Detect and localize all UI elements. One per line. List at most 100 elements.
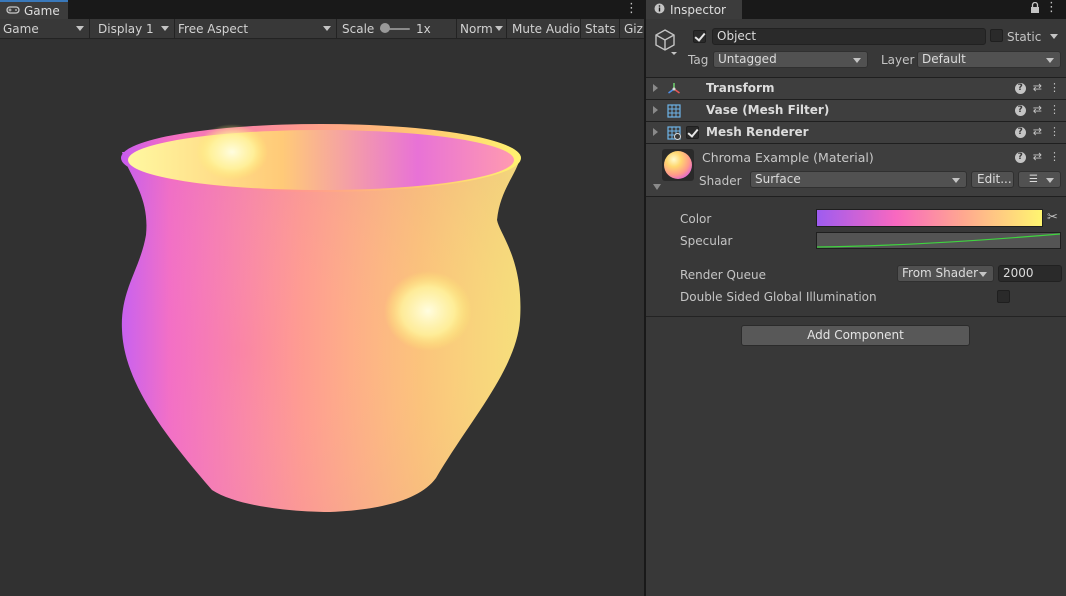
material-foldout-icon[interactable] [653,184,661,190]
double-sided-gi-label: Double Sided Global Illumination [680,290,877,304]
game-panel: Game ⋮ Game Display 1 Free Aspect Scale … [0,0,644,596]
mute-audio-toggle[interactable]: Mute Audio [507,19,581,38]
vsync-dropdown[interactable]: Norma [457,19,507,38]
presets-icon[interactable]: ⇄ [1033,125,1042,138]
chevron-down-icon [1046,58,1054,63]
component-title: Vase (Mesh Filter) [706,103,830,117]
component-transform[interactable]: Transform ? ⇄ ⋮ [646,77,1066,99]
inspector-menu-icon[interactable]: ⋮ [1045,0,1058,15]
tab-inspector-label: Inspector [670,2,726,17]
view-mode-dropdown[interactable]: Game [0,19,90,38]
tab-game-label: Game [24,3,60,18]
specular-curve-field[interactable] [816,232,1061,249]
chevron-down-icon [323,26,331,31]
game-toolbar: Game Display 1 Free Aspect Scale 1x Norm… [0,19,644,39]
scale-control: Scale 1x [337,19,457,38]
tag-label: Tag [688,53,709,67]
scale-slider-handle[interactable] [380,23,390,33]
game-tab-bar: Game ⋮ [0,0,644,19]
specular-label: Specular [680,234,733,248]
tab-inspector[interactable]: Inspector [646,0,742,19]
gizmos-label: Giz [624,21,643,36]
game-panel-menu-icon[interactable]: ⋮ [625,1,638,16]
component-menu-icon[interactable]: ⋮ [1049,125,1060,138]
material-header: Chroma Example (Material) ? ⇄ ⋮ Shader S… [646,143,1066,197]
tag-value: Untagged [718,52,777,66]
presets-icon[interactable]: ⇄ [1033,150,1042,163]
layer-dropdown[interactable]: Default [917,51,1061,68]
component-mesh-filter[interactable]: Vase (Mesh Filter) ? ⇄ ⋮ [646,99,1066,121]
shader-value: Surface [755,172,801,186]
lock-icon[interactable] [1030,1,1040,17]
component-menu-icon[interactable]: ⋮ [1049,81,1060,94]
game-viewport[interactable] [0,40,644,596]
tag-dropdown[interactable]: Untagged [713,51,868,68]
mute-audio-label: Mute Audio [512,21,580,36]
shader-edit-button[interactable]: Edit... [971,171,1014,188]
object-active-checkbox[interactable] [693,30,706,43]
component-title: Mesh Renderer [706,125,809,139]
component-actions: ? ⇄ ⋮ [1014,103,1060,116]
scale-label: Scale [342,21,375,36]
object-name-field[interactable]: Object [712,28,986,45]
inspector-panel: Inspector ⋮ Object Static Tag Untagged L… [646,0,1066,596]
chevron-down-icon [161,26,169,31]
gameobject-cube-icon [654,28,680,59]
display-dropdown[interactable]: Display 1 [90,19,175,38]
foldout-arrow-icon[interactable] [653,106,658,114]
specular-curve [816,233,1061,248]
color-gradient-field[interactable] [816,209,1043,227]
stats-label: Stats [585,21,616,36]
shader-options-dropdown[interactable]: ☰ [1018,171,1061,188]
material-preview-thumbnail[interactable] [662,149,694,181]
tab-game[interactable]: Game [0,0,68,19]
render-queue-dropdown[interactable]: From Shader [897,265,994,282]
component-actions: ? ⇄ ⋮ [1014,81,1060,94]
component-menu-icon[interactable]: ⋮ [1049,103,1060,116]
chevron-down-icon [1046,178,1054,183]
foldout-arrow-icon[interactable] [653,84,658,92]
shader-dropdown[interactable]: Surface [750,171,967,188]
render-queue-value-field[interactable]: 2000 [998,265,1062,282]
mesh-filter-icon [667,104,681,121]
transform-icon [667,82,681,99]
material-actions: ? ⇄ ⋮ [1014,150,1060,163]
inspector-tab-bar: Inspector ⋮ [646,0,1066,19]
shader-label: Shader [699,174,742,188]
presets-icon[interactable]: ⇄ [1033,81,1042,94]
aspect-dropdown[interactable]: Free Aspect [175,19,337,38]
eyedropper-icon[interactable]: ✂ [1047,210,1058,225]
color-label: Color [680,212,712,226]
layer-label: Layer [881,53,915,67]
mesh-renderer-enabled-checkbox[interactable] [686,126,699,139]
vase-render [121,124,521,512]
vsync-label: Norma [460,21,492,36]
double-sided-gi-checkbox[interactable] [997,290,1010,303]
scale-value: 1x [416,21,431,36]
section-divider [646,316,1066,317]
gamepad-icon [6,4,20,18]
aspect-label: Free Aspect [178,21,249,36]
static-label: Static [1007,30,1042,44]
static-checkbox[interactable] [990,29,1003,42]
help-icon[interactable]: ? [1014,83,1026,94]
help-icon[interactable]: ? [1014,105,1026,116]
add-component-button[interactable]: Add Component [741,325,970,346]
render-queue-mode: From Shader [902,266,979,280]
list-icon: ☰ [1029,174,1038,185]
shader-edit-label: Edit... [977,172,1012,186]
mesh-renderer-icon [667,126,681,143]
gizmos-toggle[interactable]: Giz [620,19,644,38]
help-icon[interactable]: ? [1014,152,1026,163]
presets-icon[interactable]: ⇄ [1033,103,1042,116]
chevron-down-icon [495,26,503,31]
material-menu-icon[interactable]: ⋮ [1049,150,1060,163]
stats-toggle[interactable]: Stats [581,19,620,38]
foldout-arrow-icon[interactable] [653,128,658,136]
display-label: Display 1 [98,21,154,36]
render-queue-label: Render Queue [680,268,766,282]
static-dropdown-icon[interactable] [1050,34,1058,39]
component-title: Transform [706,81,775,95]
help-icon[interactable]: ? [1014,127,1026,138]
component-mesh-renderer[interactable]: Mesh Renderer ? ⇄ ⋮ [646,121,1066,143]
